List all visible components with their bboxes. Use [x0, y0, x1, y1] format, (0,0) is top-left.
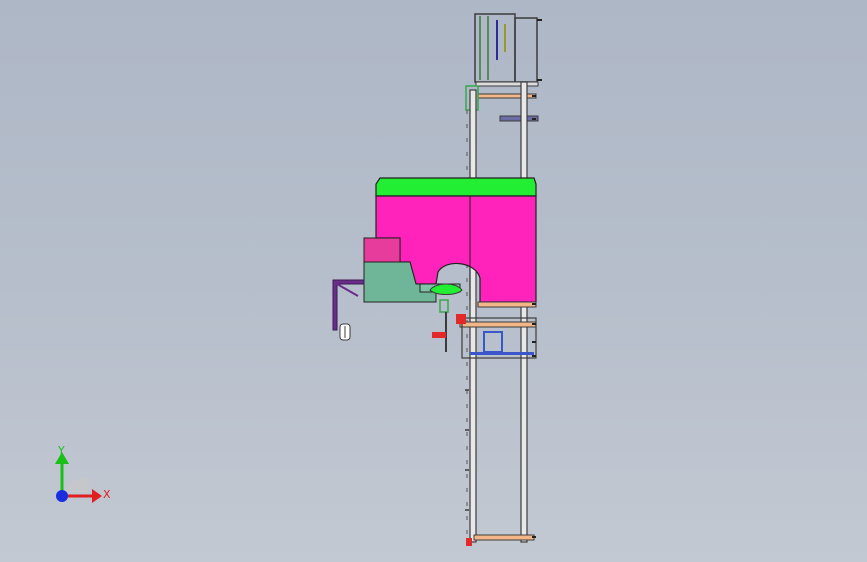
- housing-top-green: [375, 177, 537, 197]
- middle-block-blue: [483, 331, 503, 353]
- middle-block-green: [439, 299, 449, 313]
- bottom-crossbar-assembly[interactable]: [466, 534, 536, 546]
- triad-rotation-arc: [62, 477, 90, 492]
- nozzle-ellipse: [429, 283, 463, 295]
- middle-crossbar-2: [459, 321, 537, 328]
- bottom-crossbar: [473, 534, 535, 541]
- z-axis-dot: [56, 490, 68, 502]
- bracket-arm: [332, 279, 365, 331]
- middle-crossbar-1: [477, 301, 537, 308]
- x-axis-arrow: [92, 489, 102, 503]
- upper-mechanism[interactable]: [465, 13, 542, 122]
- x-axis-label: X: [103, 488, 111, 501]
- cad-viewport[interactable]: Y X: [0, 0, 867, 562]
- bracket-brace: [336, 283, 359, 297]
- middle-lower-bar: [470, 352, 534, 355]
- left-bracket[interactable]: [332, 279, 365, 341]
- left-rail: [469, 89, 477, 543]
- main-rails[interactable]: [466, 81, 528, 543]
- upper-crossbar-1: [475, 81, 539, 87]
- base-block-top: [363, 237, 401, 263]
- right-rail: [520, 81, 528, 543]
- upper-frame-right: [514, 17, 538, 83]
- cad-model-drawing[interactable]: [0, 0, 867, 562]
- middle-handle: [432, 332, 446, 338]
- y-axis-label: Y: [57, 444, 65, 457]
- orientation-triad[interactable]: Y X: [40, 430, 130, 520]
- middle-block-red: [456, 314, 466, 324]
- bottom-cap: [466, 538, 472, 546]
